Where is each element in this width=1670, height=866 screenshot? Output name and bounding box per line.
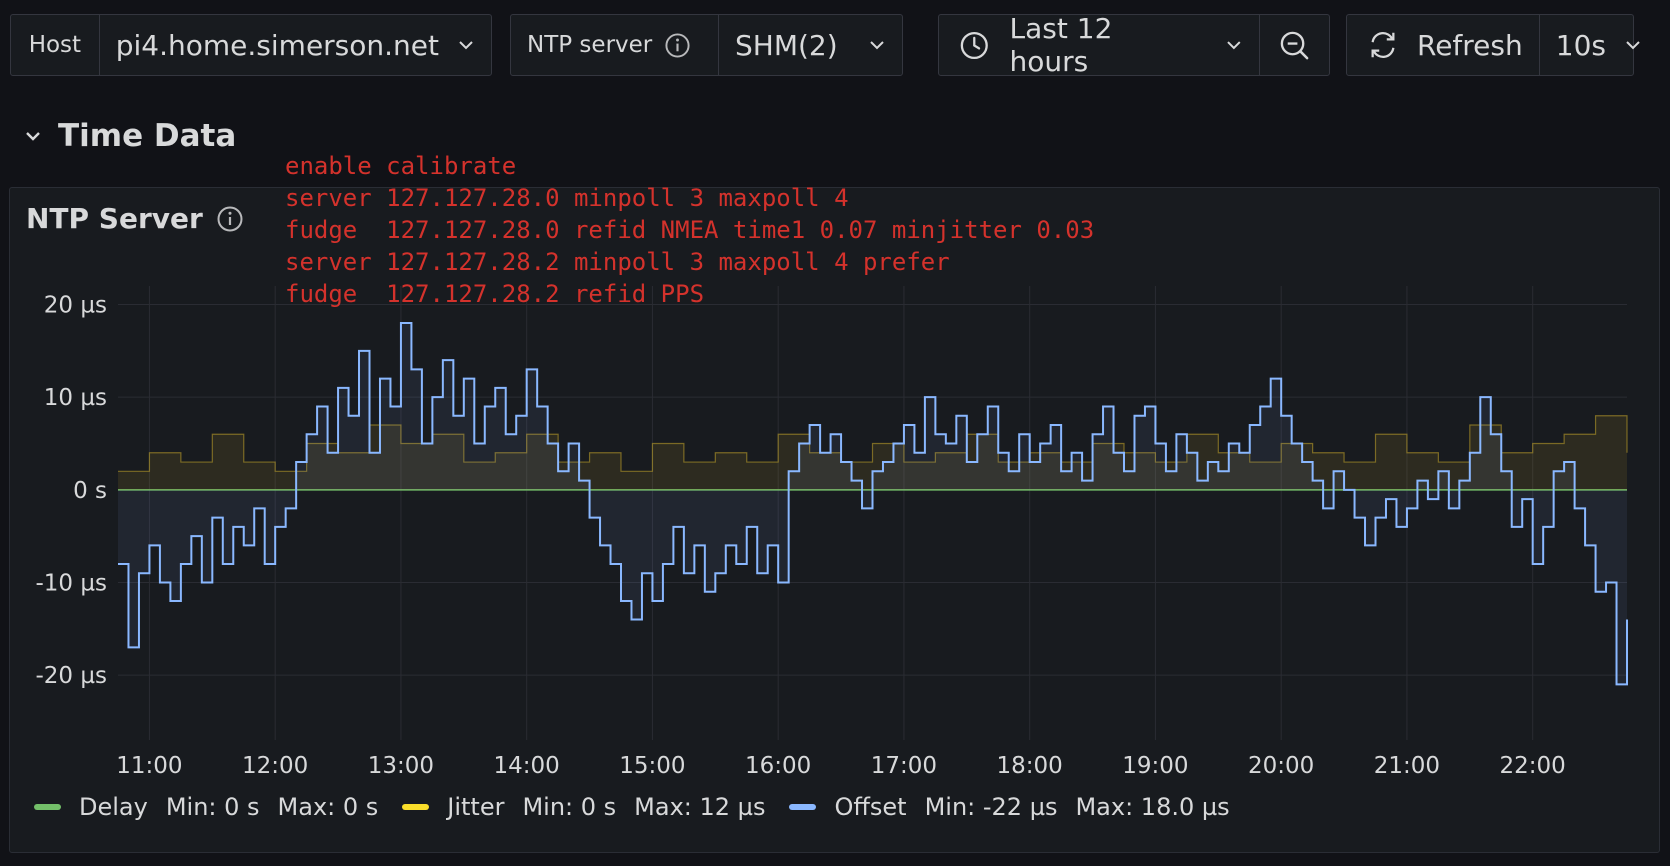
host-variable: Host pi4.home.simerson.net <box>10 14 492 76</box>
row-header[interactable]: Time Data <box>24 118 236 154</box>
refresh-interval-value: 10s <box>1555 28 1606 62</box>
host-value: pi4.home.simerson.net <box>115 28 439 62</box>
chevron-down-icon <box>1227 41 1241 50</box>
chart-legend: Delay Min: 0 s Max: 0 s Jitter Min: 0 s … <box>34 793 1230 821</box>
refresh-control: Refresh 10s <box>1346 14 1640 76</box>
refresh-interval-select[interactable]: 10s <box>1538 15 1658 75</box>
annotation-line: server 127.127.28.2 minpoll 3 maxpoll 4 … <box>285 248 950 276</box>
zoom-out-icon <box>1280 31 1309 59</box>
info-icon[interactable] <box>664 32 691 59</box>
ntp-server-variable: NTP server SHM(2) <box>510 14 903 76</box>
time-range-picker[interactable]: Last 12 hours <box>939 12 1259 78</box>
refresh-label: Refresh <box>1417 28 1523 62</box>
host-select[interactable]: pi4.home.simerson.net <box>98 15 491 75</box>
ntp-server-value: SHM(2) <box>735 28 838 62</box>
legend-max: Max: 12 µs <box>634 793 766 821</box>
annotation-line: fudge 127.127.28.2 refid PPS <box>285 280 705 308</box>
legend-name: Jitter <box>447 793 505 821</box>
legend-min: Min: 0 s <box>165 793 260 821</box>
ntp-label-box: NTP server <box>511 15 718 75</box>
annotation-line: enable calibrate <box>285 152 517 180</box>
legend-swatch <box>34 804 61 810</box>
row-title: Time Data <box>58 118 237 154</box>
config-annotation: enable calibrate server 127.127.28.0 min… <box>285 150 1094 310</box>
chevron-down-icon <box>1626 41 1640 50</box>
time-range-value: Last 12 hours <box>1009 12 1113 78</box>
panel-title: NTP Server <box>26 202 203 235</box>
legend-max: Max: 18.0 µs <box>1075 793 1230 821</box>
legend-name: Offset <box>834 793 907 821</box>
annotation-line: server 127.127.28.0 minpoll 3 maxpoll 4 <box>285 184 849 212</box>
chevron-down-icon <box>870 41 884 50</box>
legend-item-offset[interactable]: Offset Min: -22 µs Max: 18.0 µs <box>789 793 1230 821</box>
legend-min: Min: 0 s <box>522 793 617 821</box>
refresh-icon <box>1371 32 1395 58</box>
legend-swatch <box>789 804 817 810</box>
clock-icon <box>960 31 988 59</box>
legend-item-jitter[interactable]: Jitter Min: 0 s Max: 12 µs <box>402 793 765 821</box>
host-label-box: Host <box>11 15 99 75</box>
annotation-line: fudge 127.127.28.0 refid NMEA time1 0.07… <box>285 216 1095 244</box>
info-icon[interactable] <box>216 205 244 233</box>
refresh-button[interactable]: Refresh <box>1347 15 1539 75</box>
legend-item-delay[interactable]: Delay Min: 0 s Max: 0 s <box>34 793 378 821</box>
ntp-server-select[interactable]: SHM(2) <box>718 15 902 75</box>
legend-max: Max: 0 s <box>277 793 379 821</box>
time-range-control: Last 12 hours <box>938 12 1330 78</box>
ntp-server-label: NTP server <box>527 32 653 58</box>
legend-swatch <box>402 804 430 810</box>
chevron-down-icon <box>459 41 473 50</box>
legend-name: Delay <box>79 793 148 821</box>
host-label: Host <box>28 32 82 58</box>
legend-min: Min: -22 µs <box>924 793 1058 821</box>
chevron-down-icon <box>26 132 40 141</box>
zoom-out-button[interactable] <box>1259 15 1329 75</box>
